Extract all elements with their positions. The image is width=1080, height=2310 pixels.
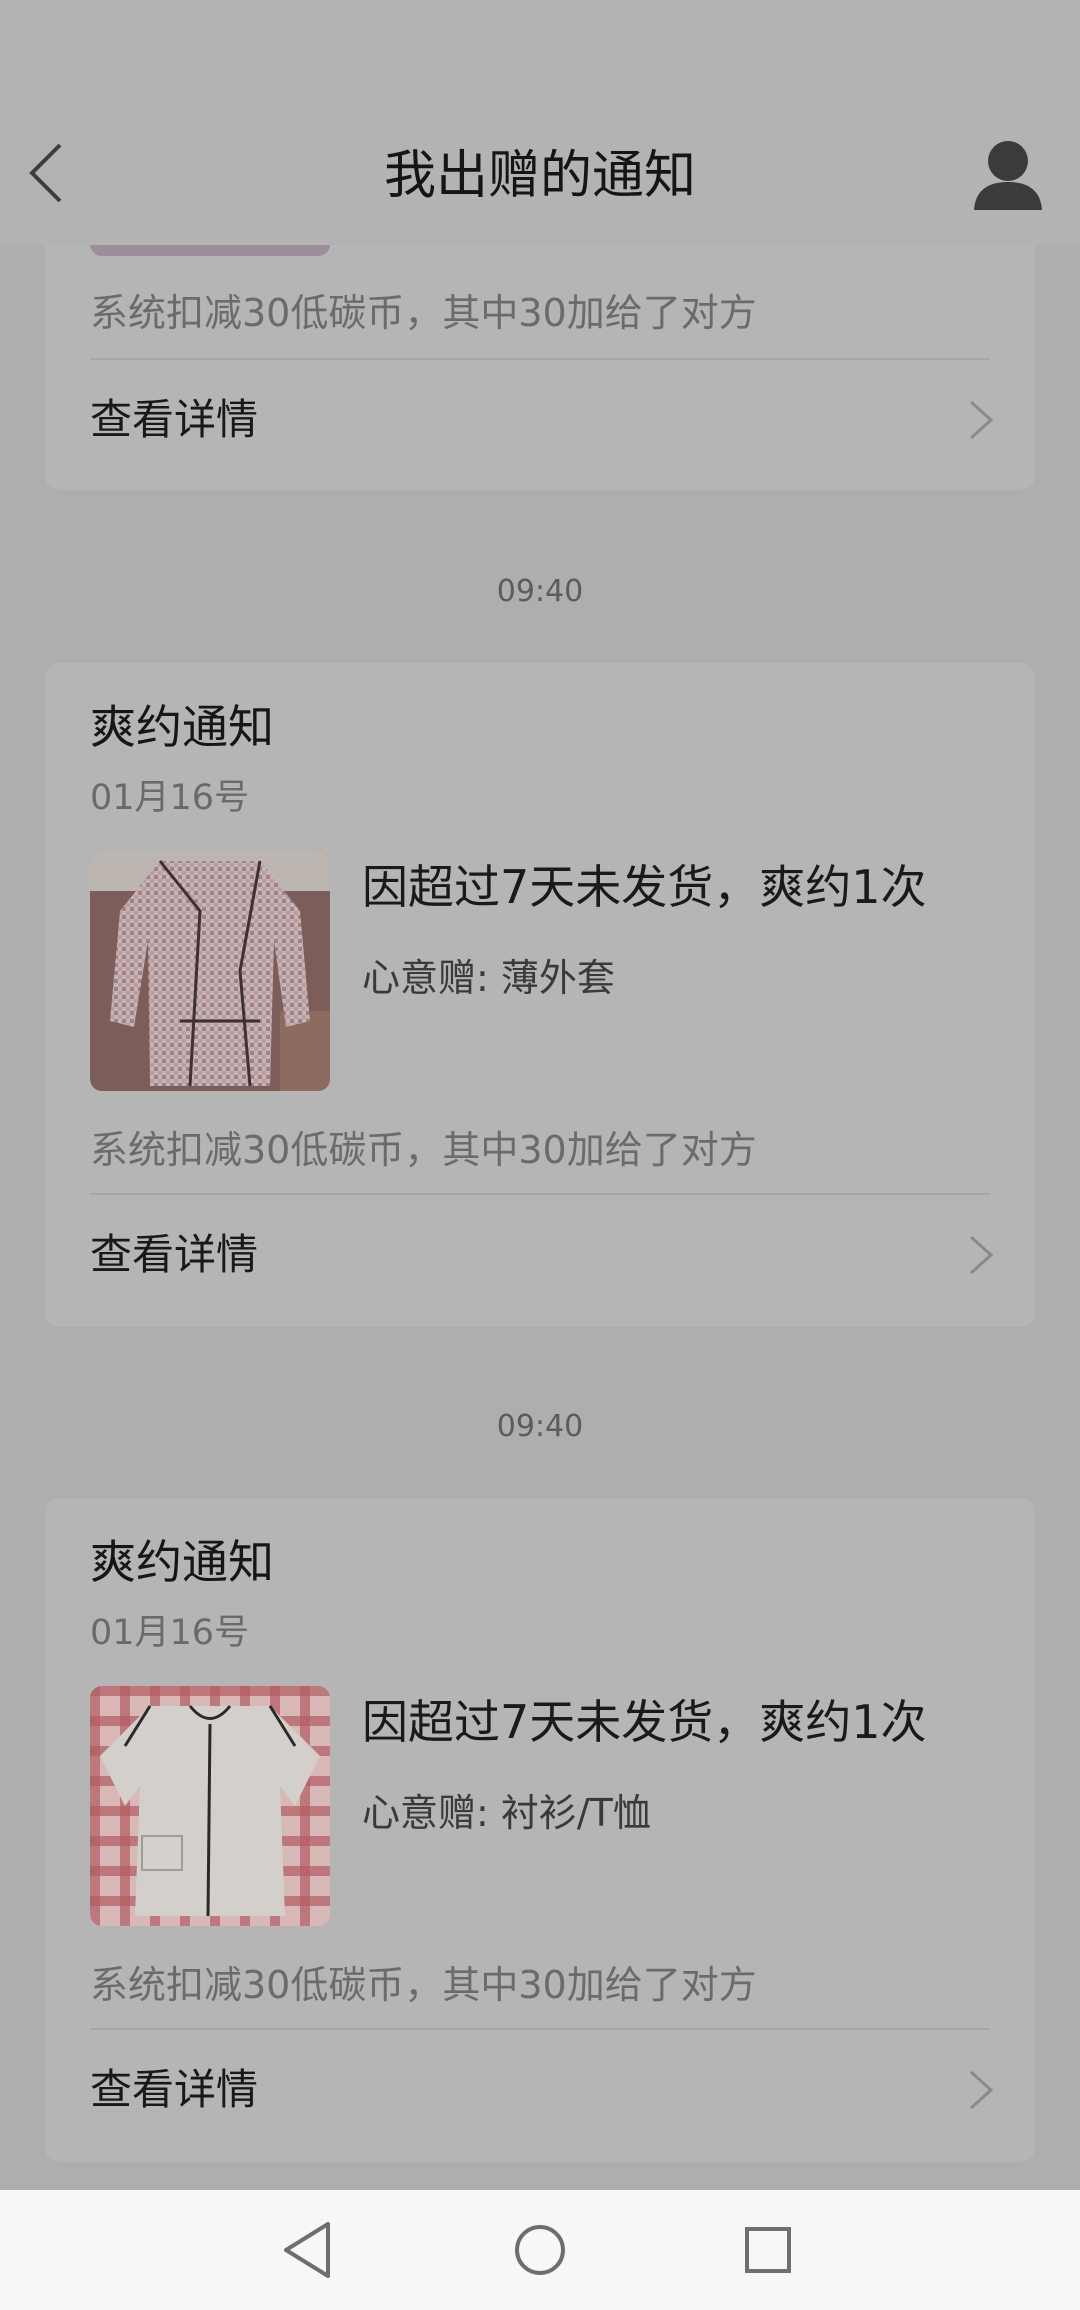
card-date: 01月16号 [90, 1613, 250, 1653]
timestamp: 09:40 [496, 1409, 584, 1444]
details-label: 查看详情 [90, 1230, 259, 1279]
circle-home-icon[interactable] [502, 2212, 578, 2288]
details-label: 查看详情 [90, 395, 259, 444]
item-thumbnail[interactable] [90, 851, 330, 1091]
app-header: 我出赠的通知 [0, 0, 1080, 245]
view-details-button[interactable]: 查看详情 [45, 2030, 1035, 2150]
card-message: 因超过7天未发货，爽约1次 [362, 1695, 927, 1749]
card-note: 系统扣减30低碳币，其中30加给了对方 [90, 1963, 757, 2007]
card-title: 爽约通知 [90, 700, 274, 754]
card-date: 01月16号 [90, 778, 250, 818]
notification-card: 爽约通知 01月16号 因超过7天未发货，爽约1次 心意赠: 薄外套 系统扣减3… [45, 663, 1035, 1327]
item-thumbnail[interactable] [90, 1686, 330, 1926]
card-title: 爽约通知 [90, 1535, 274, 1589]
details-label: 查看详情 [90, 2065, 259, 2114]
timestamp: 09:40 [496, 574, 584, 609]
system-nav-bar [0, 2190, 1080, 2310]
card-item-name: 心意赠: 薄外套 [362, 956, 615, 1000]
card-item-name: 心意赠: 衬衫/T恤 [362, 1791, 651, 1835]
user-icon[interactable] [968, 134, 1048, 214]
card-note: 系统扣减30低碳币，其中30加给了对方 [90, 291, 757, 335]
card-message: 因超过7天未发货，爽约1次 [362, 860, 927, 914]
chevron-right-icon [969, 2070, 994, 2110]
view-details-button[interactable]: 查看详情 [45, 1195, 1035, 1315]
chevron-right-icon [969, 1235, 994, 1275]
triangle-back-icon[interactable] [270, 2212, 346, 2288]
card-note: 系统扣减30低碳币，其中30加给了对方 [90, 1128, 757, 1172]
notification-list[interactable]: 系统扣减30低碳币，其中30加给了对方 查看详情 09:40 爽约通知 01月1… [0, 0, 1080, 2190]
notification-card: 爽约通知 01月16号 因超过7天未发货，爽约1次 心意赠: 衬衫/T恤 系统扣… [45, 1498, 1035, 2162]
square-recents-icon[interactable] [730, 2212, 806, 2288]
page-title: 我出赠的通知 [383, 146, 696, 206]
view-details-button[interactable]: 查看详情 [45, 360, 1035, 480]
chevron-right-icon [969, 400, 994, 440]
